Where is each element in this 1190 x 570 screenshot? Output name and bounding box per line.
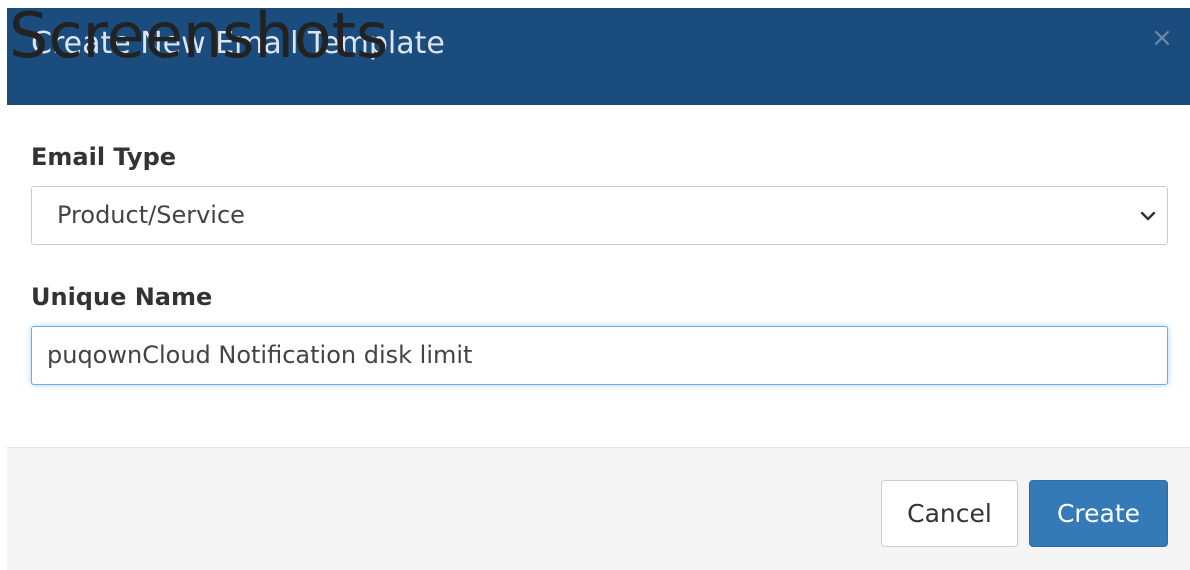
unique-name-value: puqownCloud Notification disk limit (47, 341, 473, 369)
modal-body: Email Type Product/Service Unique Name p… (7, 105, 1190, 447)
email-type-selected-value: Product/Service (57, 201, 245, 229)
chevron-down-icon (1140, 211, 1156, 221)
email-type-select[interactable]: Product/Service (31, 186, 1168, 245)
cancel-button[interactable]: Cancel (881, 480, 1018, 547)
modal-footer: Cancel Create (7, 447, 1190, 570)
screen: Create New Email Template × Email Type P… (0, 0, 1190, 570)
create-email-template-modal: Create New Email Template × Email Type P… (7, 8, 1190, 570)
email-type-label: Email Type (31, 143, 177, 171)
close-icon[interactable]: × (1148, 24, 1176, 52)
create-button[interactable]: Create (1029, 480, 1168, 547)
unique-name-input[interactable]: puqownCloud Notification disk limit (31, 326, 1168, 385)
modal-header: Create New Email Template × (7, 8, 1190, 105)
unique-name-label: Unique Name (31, 283, 213, 311)
modal-title: Create New Email Template (31, 26, 445, 61)
